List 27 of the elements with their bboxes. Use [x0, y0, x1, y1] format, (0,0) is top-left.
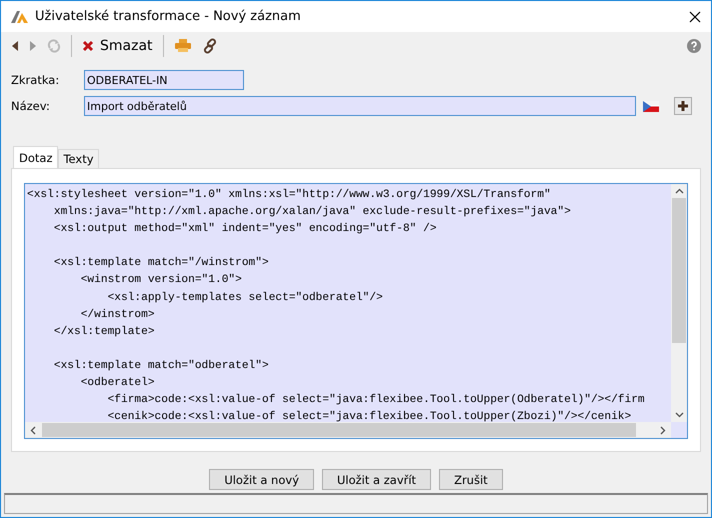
back-icon[interactable]: [11, 40, 19, 52]
scroll-left-icon[interactable]: [30, 426, 36, 434]
help-icon[interactable]: [687, 39, 701, 53]
link-icon[interactable]: [202, 38, 218, 54]
input-field[interactable]: ODBERATEL-IN: [84, 70, 244, 90]
delete-button[interactable]: Smazat: [82, 38, 153, 54]
dialog-button[interactable]: Uložit a zavřít: [322, 469, 432, 490]
dialog-button[interactable]: Zrušit: [439, 469, 503, 490]
close-icon[interactable]: [689, 10, 701, 22]
scroll-down-icon[interactable]: [674, 412, 684, 418]
horizontal-scrollbar[interactable]: [25, 422, 671, 438]
tab[interactable]: Texty: [58, 149, 99, 168]
field-label: Název:: [11, 99, 51, 113]
dialog-button[interactable]: Uložit a nový: [209, 469, 314, 490]
window-title: Uživatelské transformace - Nový záznam: [35, 9, 301, 24]
add-button[interactable]: [674, 97, 692, 115]
delete-icon: [82, 40, 94, 52]
app-logo-icon: [11, 10, 29, 24]
input-field[interactable]: Import odběratelů: [84, 96, 636, 116]
tab[interactable]: Dotaz: [13, 146, 58, 168]
vertical-scrollbar[interactable]: [671, 184, 687, 422]
field-label: Zkratka:: [11, 73, 60, 87]
flag-icon[interactable]: [643, 100, 659, 112]
code-text: <xsl:stylesheet version="1.0" xmlns:xsl="http://www.w3.org/1999/XSL/Transform" xmlns:java="http://xml.apache.org/xalan/java" exclude-result-prefixes="java"> <xsl:output method="xml" indent="yes" encoding="utf-8" /> <xsl:template match="/winstrom"> <winstrom version="1.0"> <xsl:apply-templates select="odberatel"/> </winstrom> </xsl:template> <xsl:template match="odberatel"> <odberatel> <firma>code:<xsl:value-of select="java:flexibee.Tool.toUpper(Odberatel)"/></firm <cenik>code:<xsl:value-of select="java:flexibee.Tool.toUpper(Zbozi)"/></cenik>: [26, 188, 646, 422]
scroll-up-icon[interactable]: [674, 188, 684, 194]
plus-icon: [678, 101, 688, 111]
scroll-right-icon[interactable]: [660, 426, 666, 434]
